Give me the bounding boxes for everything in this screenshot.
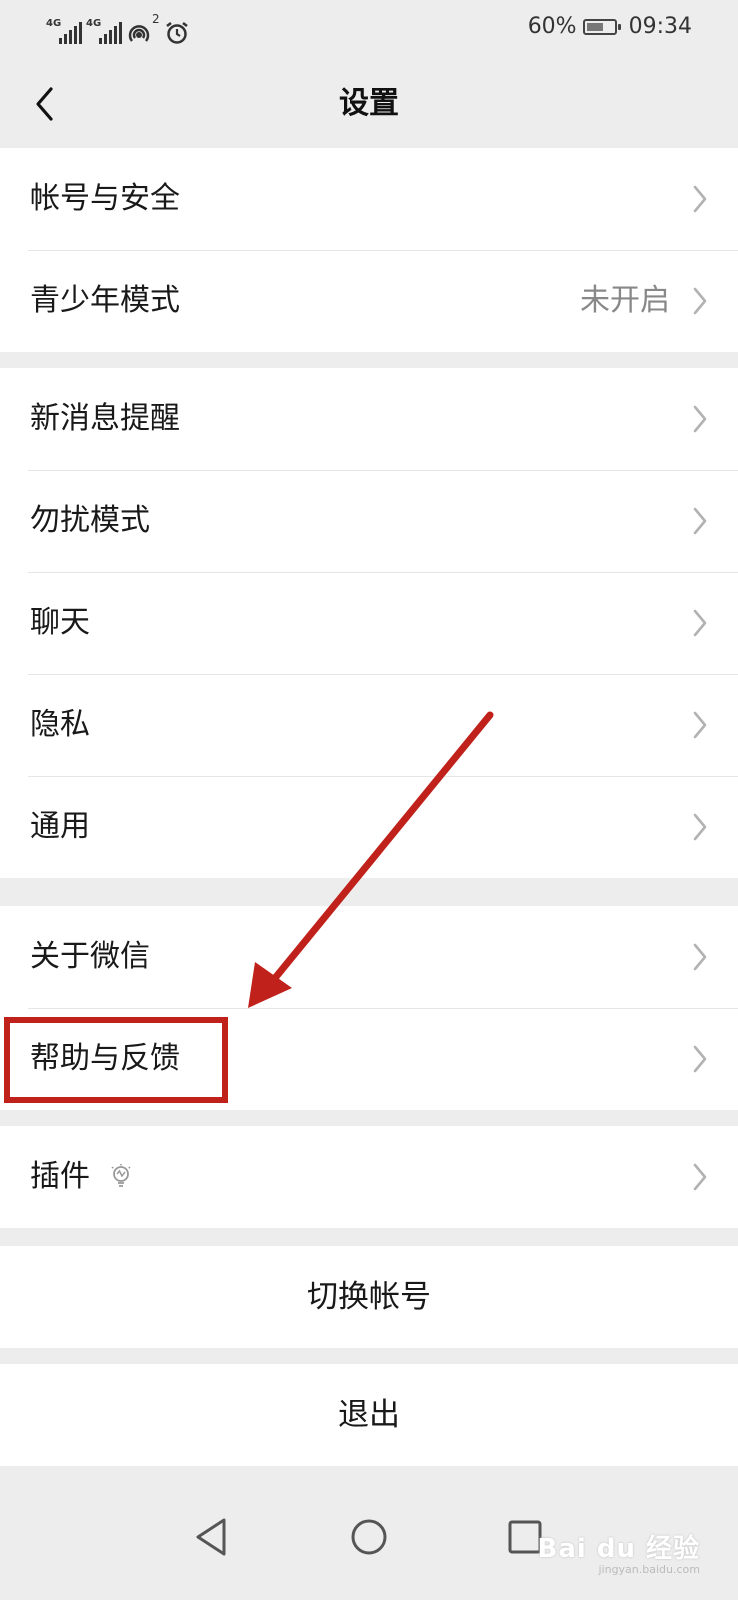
page-title: 设置 (339, 86, 399, 121)
settings-item-label: 关于微信 (30, 939, 150, 974)
settings-item-youth-mode[interactable]: 青少年模式 未开启 (0, 250, 738, 352)
settings-item-value: 未开启 (580, 283, 670, 318)
alarm-icon (165, 22, 188, 44)
chevron-right-icon (693, 943, 707, 971)
system-back-button[interactable] (186, 1512, 236, 1562)
settings-item-label: 帐号与安全 (30, 181, 180, 216)
back-button[interactable] (22, 82, 66, 126)
chevron-right-icon (693, 405, 707, 433)
lightbulb-icon (111, 1163, 131, 1187)
hotspot-icon (128, 25, 150, 42)
clock-time: 09:34 (628, 14, 692, 39)
hotspot-count: 2 (152, 12, 160, 26)
settings-item-new-message-alerts[interactable]: 新消息提醒 (0, 368, 738, 470)
watermark-url: jingyan.baidu.com (598, 1563, 700, 1576)
status-right: 60% 09:34 (528, 14, 692, 39)
settings-item-label: 插件 (30, 1159, 90, 1194)
logout-button[interactable]: 退出 (0, 1364, 738, 1466)
settings-item-label: 隐私 (30, 707, 90, 742)
settings-item-chats[interactable]: 聊天 (0, 572, 738, 674)
status-bar: 4G 4G 2 60% 09:34 (0, 0, 738, 60)
switch-account-button[interactable]: 切换帐号 (0, 1246, 738, 1348)
settings-item-label: 青少年模式 (30, 283, 180, 318)
annotation-highlight-box (4, 1017, 228, 1103)
settings-item-plugins[interactable]: 插件 (0, 1126, 738, 1228)
settings-item-label: 通用 (30, 809, 90, 844)
cellular-signal-icon-2: 4G (86, 18, 122, 46)
cellular-signal-icon: 4G (46, 18, 82, 46)
chevron-right-icon (693, 1163, 707, 1191)
battery-percent: 60% (527, 14, 577, 39)
chevron-right-icon (693, 507, 707, 535)
settings-item-do-not-disturb[interactable]: 勿扰模式 (0, 470, 738, 572)
baidu-watermark: Bai du 经验 jingyan.baidu.com (538, 1528, 701, 1576)
status-left-icons: 4G 4G 2 (46, 12, 190, 46)
battery-icon (582, 18, 621, 35)
chevron-right-icon (693, 1045, 707, 1073)
settings-item-label-wrap: 插件 (30, 1126, 132, 1228)
settings-item-label: 聊天 (30, 605, 90, 640)
chevron-left-icon (36, 87, 53, 121)
settings-group-general: 新消息提醒 勿扰模式 聊天 隐私 通用 (0, 368, 738, 878)
circle-home-icon (351, 1519, 387, 1555)
chevron-right-icon (693, 813, 707, 841)
system-home-button[interactable] (344, 1512, 394, 1562)
settings-item-label: 新消息提醒 (30, 401, 180, 436)
settings-group-account: 帐号与安全 青少年模式 未开启 (0, 148, 738, 352)
settings-item-privacy[interactable]: 隐私 (0, 674, 738, 776)
settings-item-account-security[interactable]: 帐号与安全 (0, 148, 738, 250)
settings-group-plugins: 插件 (0, 1126, 738, 1228)
triangle-back-icon (196, 1518, 226, 1556)
chevron-right-icon (693, 287, 707, 315)
settings-item-about-wechat[interactable]: 关于微信 (0, 906, 738, 1008)
chevron-right-icon (693, 711, 707, 739)
watermark-brand: Bai du 经验 (537, 1534, 700, 1564)
chevron-right-icon (693, 609, 707, 637)
nav-bar: 设置 (0, 60, 738, 149)
settings-item-general[interactable]: 通用 (0, 776, 738, 878)
chevron-right-icon (693, 185, 707, 213)
settings-item-label: 勿扰模式 (30, 503, 150, 538)
